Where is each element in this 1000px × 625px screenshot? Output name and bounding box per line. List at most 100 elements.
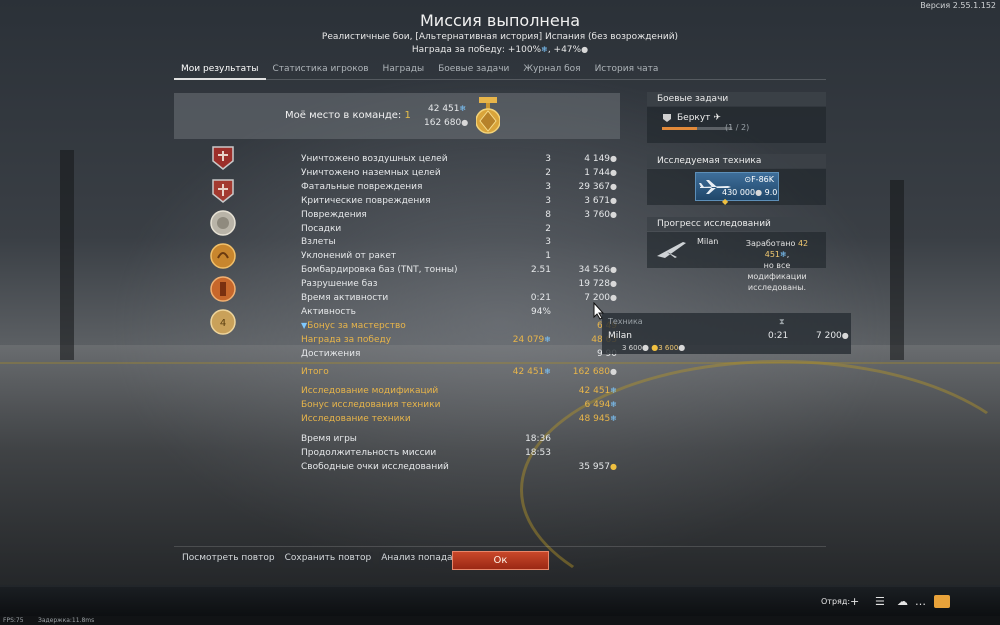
tab-battle-log[interactable]: Журнал боя — [516, 63, 587, 80]
stat-label: Исследование техники — [301, 412, 411, 426]
silver-lions-icon: ● — [461, 118, 469, 127]
silver-lions-icon: ● — [610, 265, 617, 275]
task-name: Беркут ✈ — [677, 113, 721, 123]
research-points-icon: ❄ — [610, 386, 617, 396]
stat-label-text: Бонус за мастерство — [307, 320, 406, 331]
stat-reward: 29 367● — [579, 180, 617, 194]
researched-vehicle-card[interactable]: ⊙F-86K 430 000● 9.0 ◆ — [695, 172, 779, 206]
stat-reward-value: 3 671 — [584, 195, 611, 206]
stat-reward: 6 494❄ — [585, 398, 617, 412]
save-replay-button[interactable]: Сохранить повтор — [282, 552, 374, 568]
stat-label-text: Посадки — [301, 223, 342, 234]
tooltip-header: Техника — [608, 317, 643, 326]
task-progress-bar — [662, 127, 732, 130]
air-kill-medal-icon[interactable] — [209, 143, 237, 171]
stat-count: 2 — [545, 222, 551, 236]
rank-diamond-icon: ◆ — [722, 197, 729, 206]
stat-label: Продолжительность миссии — [301, 446, 436, 460]
stat-row: Посадки 2 — [301, 222, 621, 236]
stat-row: Исследование модификаций 42 451❄ — [301, 384, 621, 398]
researched-vehicle-name: ⊙F-86K — [744, 175, 774, 184]
tab-rewards[interactable]: Награды — [376, 63, 432, 80]
research-progress-text: Заработано 42 451❄, но все модификации ис… — [745, 239, 809, 292]
stat-count: 2 — [545, 166, 551, 180]
landing-medal-icon[interactable] — [209, 209, 237, 237]
researched-vehicle-header: Исследуемая техника — [647, 154, 826, 168]
stat-reward: 42 451❄ — [579, 384, 617, 398]
ok-button[interactable]: Ок — [452, 551, 549, 570]
stat-label: Время игры — [301, 432, 357, 446]
research-points-icon: ❄ — [544, 334, 551, 344]
silver-lions-icon: ● — [610, 366, 617, 376]
stat-label: Бонус исследования техники — [301, 398, 440, 412]
hourglass-icon: ⧗ — [779, 317, 785, 326]
latency-counter: Задержка:11.8ms — [38, 617, 95, 624]
delta-wing-plane-icon — [657, 242, 686, 258]
result-tabs: Мои результаты Статистика игроков Наград… — [174, 63, 826, 80]
stat-label: Разрушение баз — [301, 277, 378, 291]
squad-label: Отряд: — [821, 597, 851, 606]
status-footer: FPS:75 Задержка:11.8ms — [0, 616, 1000, 625]
silver-lions-icon: ● — [610, 181, 617, 191]
contacts-icon[interactable]: ☁ — [897, 595, 908, 608]
stat-label-text: Уничтожено воздушных целей — [301, 154, 448, 164]
watch-replay-button[interactable]: Посмотреть повтор — [180, 552, 277, 568]
bomber-medal-icon[interactable] — [209, 242, 237, 270]
mission-subtitle: Реалистичные бои, [Альтернативная истори… — [321, 32, 679, 42]
silver-lions-icon: ● — [610, 209, 617, 219]
researched-vehicle-name-text: F-86K — [751, 175, 774, 184]
tab-my-results[interactable]: Мои результаты — [174, 63, 266, 80]
silver-lions-icon: ● — [678, 343, 686, 352]
research-points-icon: ❄ — [459, 104, 467, 113]
stat-label: Посадки — [301, 222, 341, 236]
activity-medal-icon[interactable]: 4 — [209, 308, 237, 336]
add-squad-icon[interactable]: + — [850, 595, 859, 608]
stat-label: Повреждения — [301, 208, 367, 222]
stat-label: Свободные очки исследований — [301, 460, 449, 474]
stat-count: 3 — [545, 152, 551, 166]
stat-label-text: Свободные очки исследований — [301, 461, 449, 472]
bottom-bar: Отряд: + ☰ ☁ … — [0, 587, 1000, 616]
chat-icon[interactable]: … — [915, 595, 926, 608]
list-icon[interactable]: ☰ — [875, 595, 885, 608]
tooltip-vehicle: Milan — [608, 331, 632, 341]
stat-count-value: 3 — [545, 154, 551, 164]
first-place-medal-icon — [476, 97, 500, 134]
stat-label-text: Бомбардировка баз (TNT, тонны) — [301, 265, 458, 276]
silver-lions-icon: ● — [841, 331, 849, 340]
stat-reward: 4 149● — [584, 152, 617, 166]
stat-label: Исследование модификаций — [301, 384, 438, 398]
ground-kill-medal-icon[interactable] — [209, 176, 237, 204]
team-place-label: Моё место в команде: 1 — [285, 110, 411, 121]
stat-count-value: 8 — [545, 209, 551, 220]
stat-count-value: 2 — [545, 223, 551, 234]
battle-tasks-panel[interactable]: Беркут ✈ (1 / 2) — [647, 107, 826, 143]
tab-chat-history[interactable]: История чата — [588, 63, 666, 80]
stat-label: Уклонений от ракет — [301, 249, 396, 263]
mail-icon[interactable] — [934, 595, 950, 608]
stat-row: Исследование техники 48 945❄ — [301, 412, 621, 426]
stat-count-value: 94% — [530, 306, 551, 317]
summary-rp-value: 42 451 — [428, 104, 460, 114]
stat-reward-value: 1 744 — [584, 167, 611, 178]
tab-player-stats[interactable]: Статистика игроков — [266, 63, 376, 80]
stat-count-value: 0:21 — [530, 293, 551, 303]
research-points-icon: ❄ — [610, 414, 617, 424]
research-progress-text-earned: Заработано — [745, 239, 796, 248]
stat-count: 2.51 — [531, 263, 551, 277]
base-destroyer-medal-icon[interactable] — [209, 275, 237, 303]
stat-label: Бомбардировка баз (TNT, тонны) — [301, 263, 457, 277]
stat-label: Достижения — [301, 347, 360, 361]
tooltip-time: 0:21 — [768, 331, 789, 341]
stat-label-text: Время игры — [301, 434, 357, 445]
stat-row: Достижения9 90 — [301, 347, 621, 361]
silver-lions-icon: ● — [642, 343, 650, 352]
tab-battle-tasks[interactable]: Боевые задачи — [431, 63, 516, 80]
team-place-value: 1 — [404, 110, 411, 121]
stat-reward-value: 29 367 — [578, 181, 611, 192]
stat-label-text: Уничтожено наземных целей — [301, 167, 441, 178]
silver-lions-icon: ● — [755, 188, 763, 197]
tooltip-sub-sl: 3 600 — [622, 344, 643, 352]
stat-count-value: 2 — [545, 167, 551, 178]
stat-label-text: Критические повреждения — [301, 195, 431, 206]
